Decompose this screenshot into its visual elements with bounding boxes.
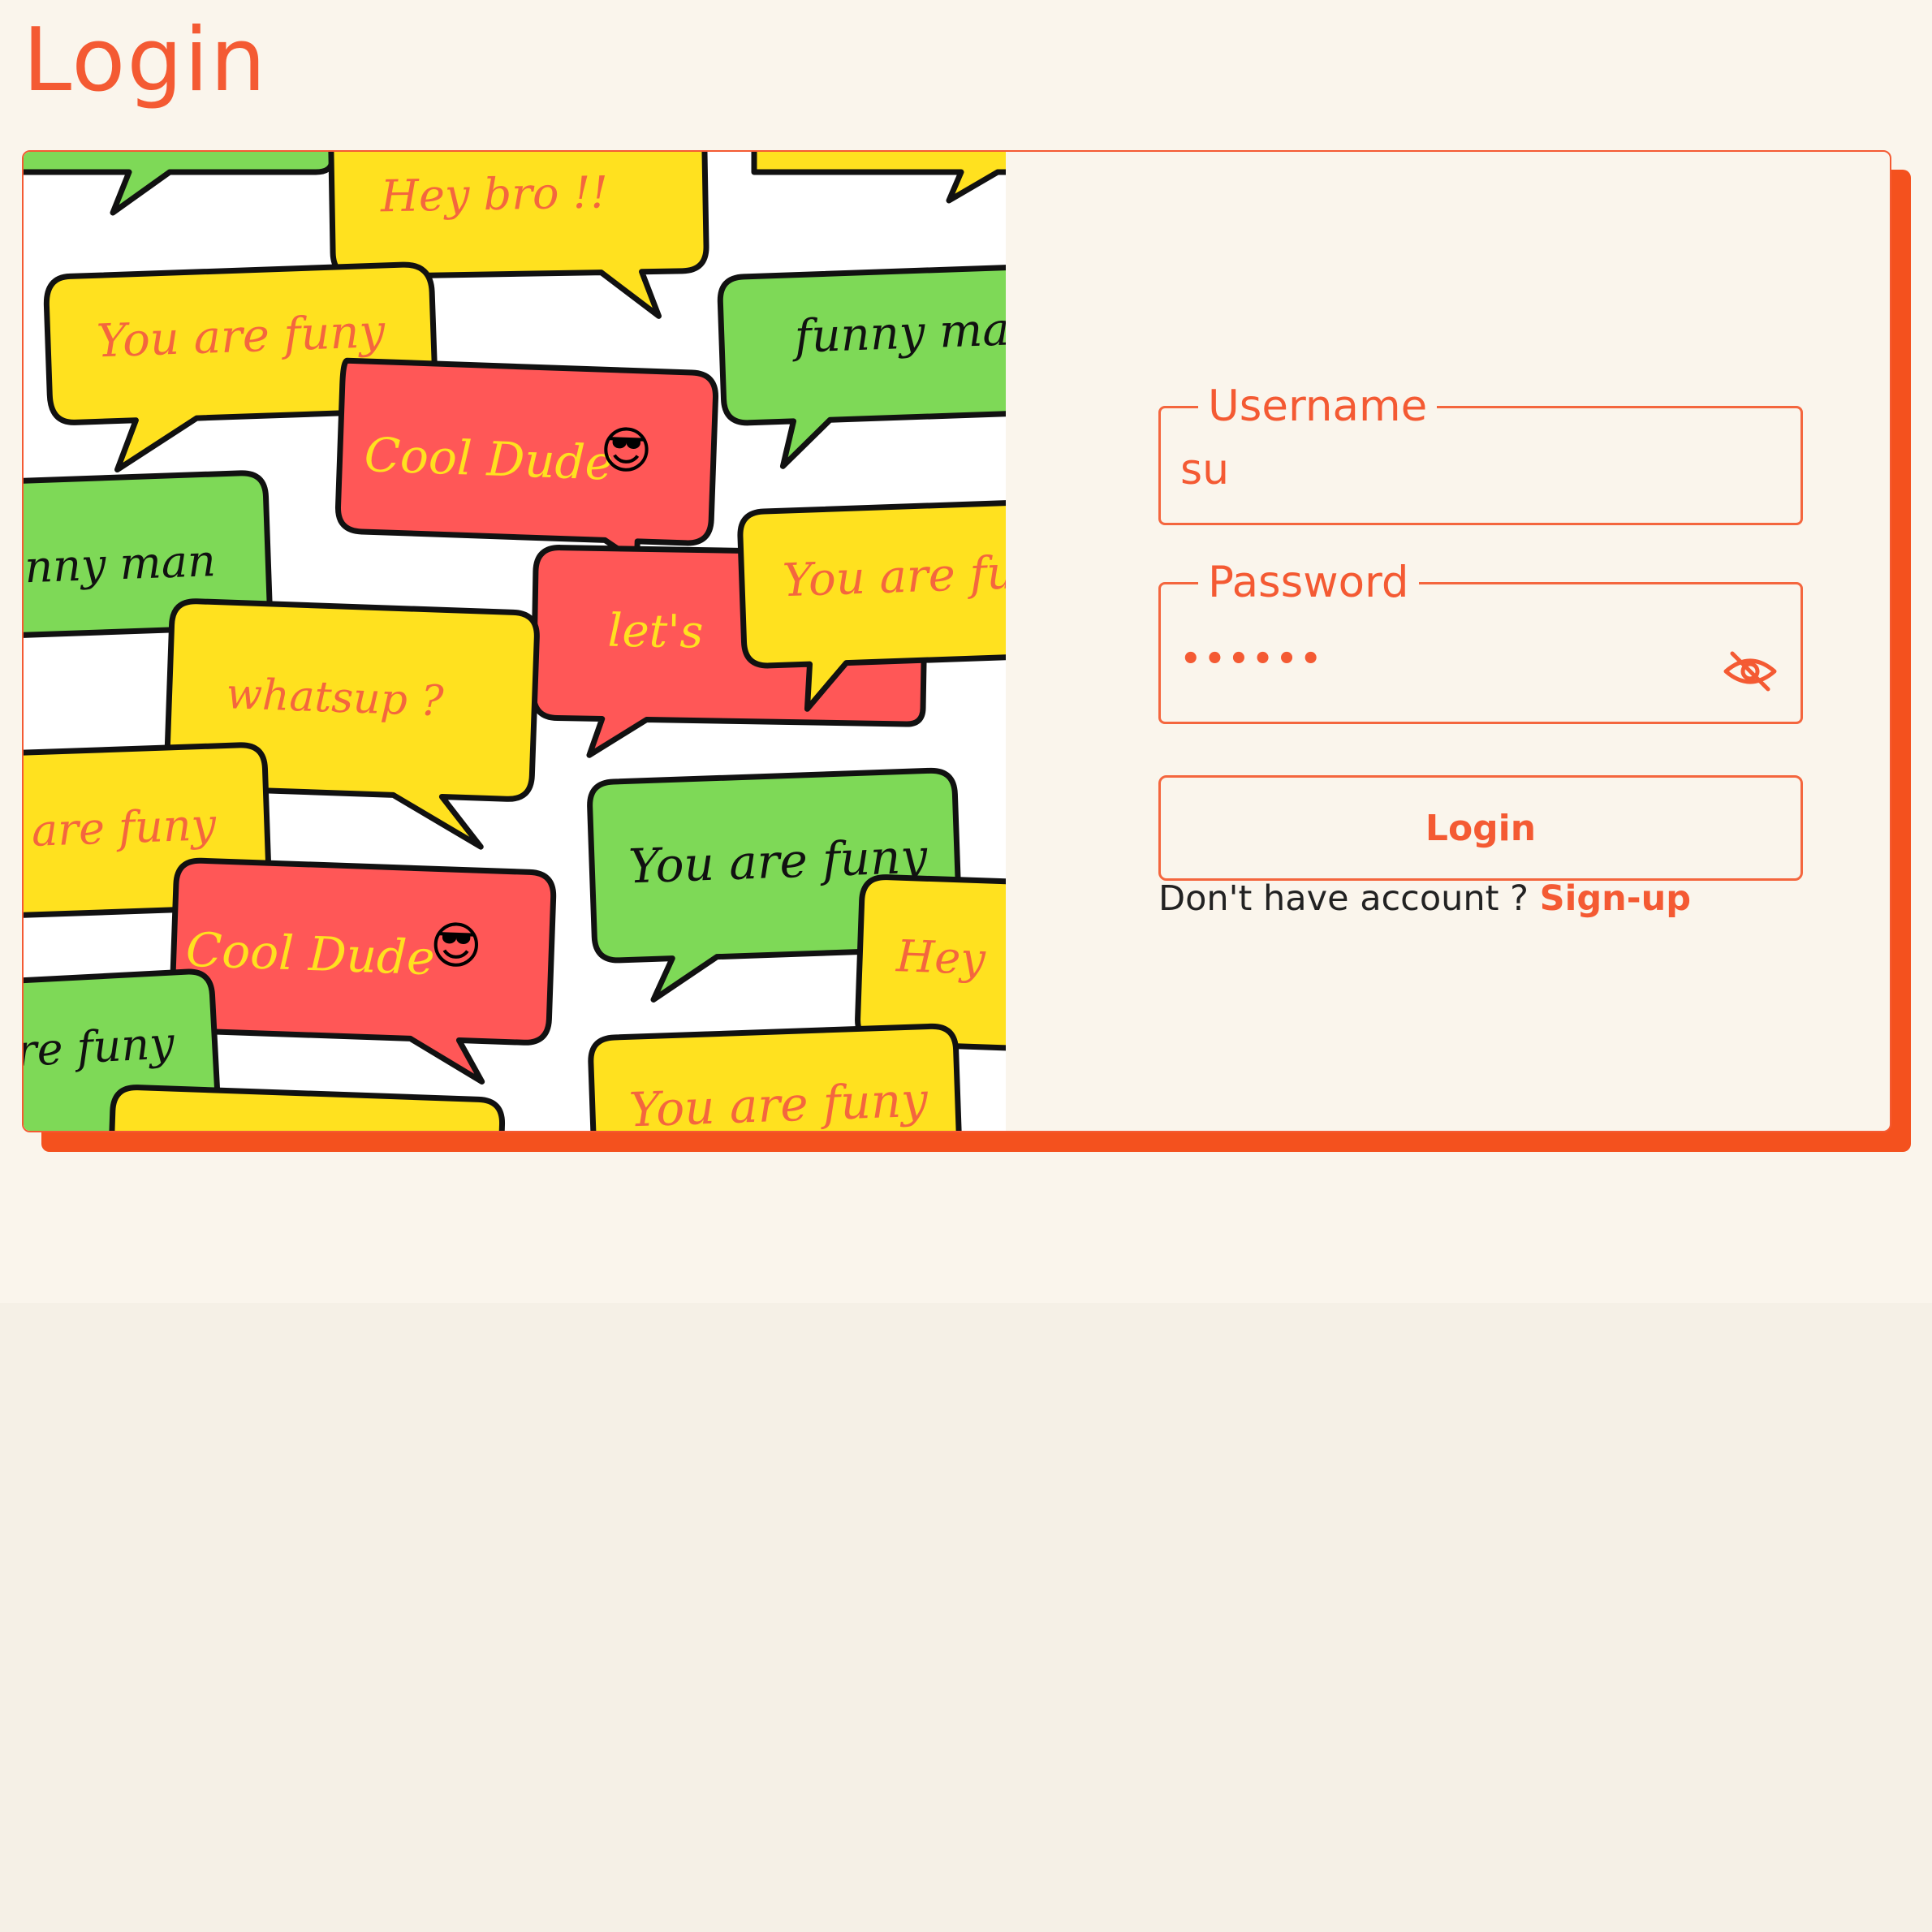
signup-prompt-line: Don't have account ? Sign-up: [1158, 878, 1691, 919]
login-card: Hey bro !! You are funy funny man nny ma…: [22, 150, 1891, 1132]
bubble-text: You are funy: [628, 1072, 929, 1132]
password-input[interactable]: [1180, 631, 1700, 688]
speech-bubble: You are funy: [588, 1023, 964, 1132]
chat-bubbles-svg: Hey bro !! You are funy funny man nny ma…: [24, 152, 1006, 1132]
bubble-text: let's: [607, 605, 704, 659]
bubble-text: Hey bro !!: [379, 166, 608, 222]
sunglasses-emoji-icon: 😎: [429, 915, 483, 976]
password-field: Password: [1158, 558, 1803, 724]
username-field: Username: [1158, 382, 1803, 525]
chat-bubbles-illustration: Hey bro !! You are funy funny man nny ma…: [24, 152, 1006, 1132]
speech-bubble: Cool Dude 😎: [335, 357, 718, 565]
login-form: Username Password Login Don't have accou…: [1158, 152, 1803, 1131]
bubble-text: are funy: [31, 799, 218, 856]
page-title: Login: [23, 10, 268, 111]
bubble-text: nny man: [24, 535, 216, 593]
sunglasses-emoji-icon: 😎: [599, 420, 653, 481]
bubble-text: You are fu: [782, 546, 1006, 607]
bubble-text: re funy: [24, 1017, 177, 1076]
bubble-text: Hey: [895, 930, 987, 985]
username-label: Username: [1208, 382, 1428, 431]
login-button[interactable]: Login: [1158, 775, 1803, 881]
username-input[interactable]: [1180, 442, 1700, 499]
bubble-text: Cool Dude: [364, 427, 615, 491]
bubble-text: funny man: [791, 302, 1006, 364]
bubble-text: Cool Dude: [185, 922, 436, 986]
password-label: Password: [1208, 558, 1409, 607]
speech-bubble: Hey: [855, 874, 1006, 1052]
eye-off-icon[interactable]: [1721, 649, 1779, 694]
signup-link[interactable]: Sign-up: [1540, 878, 1691, 919]
bubble-text: whatsup ?: [226, 670, 446, 726]
signup-prompt: Don't have account ?: [1158, 878, 1529, 919]
bubble-text: You are funy: [96, 305, 387, 368]
